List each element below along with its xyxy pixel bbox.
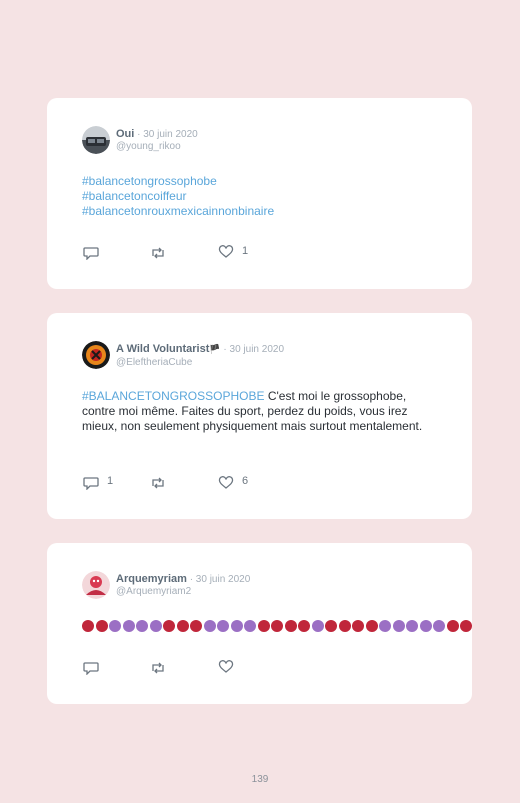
author-name[interactable]: A Wild Voluntarist🏴 · 30 juin 2020 (116, 343, 284, 355)
author-name-text[interactable]: Arquemyriam (116, 573, 187, 585)
hashtag-link[interactable]: #balancetonrouxmexicainnonbinaire (82, 204, 442, 219)
angry-face-icon (338, 619, 351, 632)
smiling-devil-icon (406, 619, 418, 632)
angry-face-icon (190, 619, 202, 632)
tweet-card: A Wild Voluntarist🏴 · 30 juin 2020 @Elef… (47, 313, 472, 519)
tweet-text: #balancetongrossophobe #balancetoncoiffe… (82, 174, 442, 219)
angry-face-icon (163, 619, 175, 632)
tweet-date[interactable]: · 30 juin 2020 (187, 574, 251, 585)
name-flag-icon: 🏴 (209, 345, 221, 355)
smiling-devil-icon (109, 619, 121, 632)
angry-face-icon (284, 619, 297, 632)
heart-icon[interactable] (218, 660, 234, 674)
angry-face-icon (352, 619, 364, 632)
retweet-icon[interactable] (150, 246, 166, 260)
angry-face-icon (271, 619, 283, 632)
author-name[interactable]: Oui · 30 juin 2020 (116, 128, 198, 140)
angry-face-icon (446, 619, 459, 632)
smiling-devil-icon (392, 619, 405, 632)
author-name-text[interactable]: A Wild Voluntarist (116, 343, 209, 355)
reply-icon[interactable] (83, 661, 99, 675)
angry-face-icon (365, 619, 378, 632)
smiling-devil-icon (230, 619, 243, 632)
smiling-devil-icon (433, 619, 445, 632)
angry-face-icon (460, 619, 472, 632)
author-name-text[interactable]: Oui (116, 128, 134, 140)
angry-face-icon (82, 619, 94, 632)
author-handle[interactable]: @EleftheriaCube (116, 357, 192, 368)
smiling-devil-icon (379, 619, 391, 632)
smiling-devil-icon (136, 619, 148, 632)
smiling-devil-icon (149, 619, 162, 632)
author-name[interactable]: Arquemyriam · 30 juin 2020 (116, 573, 250, 585)
emoji-sequence (82, 617, 472, 632)
heart-icon[interactable] (218, 476, 234, 490)
tweet-card: Arquemyriam · 30 juin 2020 @Arquemyriam2 (47, 543, 472, 704)
page-number: 139 (251, 774, 269, 785)
smiling-devil-icon (122, 619, 135, 632)
avatar[interactable] (82, 126, 110, 154)
hashtag-link[interactable]: #balancetoncoiffeur (82, 189, 442, 204)
smiling-devil-icon (217, 619, 229, 632)
smiling-devil-icon (203, 619, 216, 632)
smiling-devil-icon (311, 619, 324, 632)
tweet-card: Oui · 30 juin 2020 @young_rikoo #balance… (47, 98, 472, 289)
like-count: 6 (242, 475, 249, 487)
author-handle[interactable]: @Arquemyriam2 (116, 586, 191, 597)
tweet-date[interactable]: · 30 juin 2020 (221, 344, 284, 355)
reply-icon[interactable] (83, 476, 99, 490)
angry-face-icon (257, 619, 270, 632)
retweet-icon[interactable] (150, 661, 166, 675)
angry-face-icon (95, 619, 108, 632)
tweet-text: #BALANCETONGROSSOPHOBE C'est moi le gros… (82, 389, 442, 434)
smiling-devil-icon (419, 619, 432, 632)
retweet-icon[interactable] (150, 476, 166, 490)
avatar[interactable] (82, 341, 110, 369)
hashtag-link[interactable]: #balancetongrossophobe (82, 174, 442, 189)
reply-icon[interactable] (83, 246, 99, 260)
reply-count: 1 (107, 475, 114, 487)
angry-face-icon (176, 619, 189, 632)
avatar[interactable] (82, 571, 110, 599)
author-handle[interactable]: @young_rikoo (116, 141, 181, 152)
angry-face-icon (298, 619, 310, 632)
heart-icon[interactable] (218, 245, 234, 259)
tweet-date[interactable]: · 30 juin 2020 (134, 129, 198, 140)
angry-face-icon (325, 619, 337, 632)
smiling-devil-icon (244, 619, 256, 632)
like-count: 1 (242, 245, 249, 257)
hashtag-link[interactable]: #BALANCETONGROSSOPHOBE (82, 389, 265, 403)
